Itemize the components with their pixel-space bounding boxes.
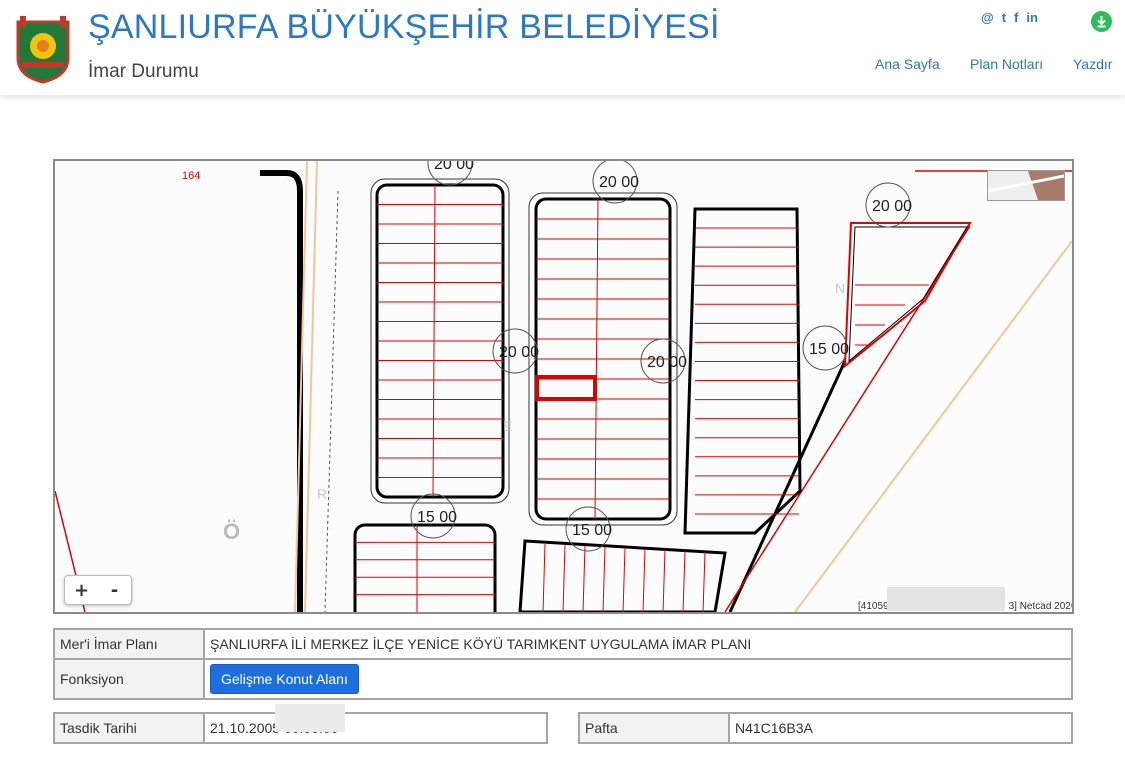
street-letter: R xyxy=(317,486,327,502)
top-nav: Ana Sayfa Plan Notları Yazdır xyxy=(0,56,1125,76)
parcel-line xyxy=(542,543,546,612)
road-width-label: 15 00 xyxy=(572,522,612,539)
nav-print[interactable]: Yazdır xyxy=(1073,56,1112,72)
sheet-label: Pafta xyxy=(578,712,730,744)
parcel-block-4 xyxy=(843,222,972,369)
approval-value: 21.10.2005 00:00:00 xyxy=(203,712,548,744)
zoning-info-table: Mer'i İmar Planı ŞANLIURFA İLİ MERKEZ İL… xyxy=(53,628,1073,700)
function-button[interactable]: Gelişme Konut Alanı xyxy=(210,664,359,694)
zoning-map[interactable]: 20 00 20 00 20 00 20 00 20 00 15 00 15 00 15 00… xyxy=(53,159,1074,614)
road-width-label: 15 00 xyxy=(417,509,457,526)
nav-home[interactable]: Ana Sayfa xyxy=(875,56,940,72)
zoom-control: + - xyxy=(64,575,132,605)
parcel-block-5 xyxy=(353,523,497,612)
parcel-line xyxy=(702,551,706,612)
parcel-line xyxy=(622,547,626,612)
table-row: Mer'i İmar Planı ŞANLIURFA İLİ MERKEZ İL… xyxy=(53,628,1073,660)
email-icon[interactable]: @ xyxy=(981,10,994,25)
social-links: @ t f in xyxy=(981,10,1038,25)
parcel-line xyxy=(662,549,666,612)
parcel-line xyxy=(682,550,686,612)
road-width-label: 20 00 xyxy=(599,174,639,191)
sheet-value: N41C16B3A xyxy=(728,712,1073,744)
facebook-icon[interactable]: f xyxy=(1014,10,1018,25)
street-letter: Ö xyxy=(223,519,240,544)
parcel-block-6 xyxy=(518,539,727,612)
twitter-icon[interactable]: t xyxy=(1002,10,1006,25)
zoom-in-button[interactable]: + xyxy=(65,576,98,604)
download-icon[interactable] xyxy=(1091,11,1112,32)
road-width-label: 20 00 xyxy=(434,161,474,173)
linkedin-icon[interactable]: in xyxy=(1026,10,1038,25)
page-header: ŞANLIURFA BÜYÜKŞEHİR BELEDİYESİ İmar Dur… xyxy=(0,0,1125,95)
sheet-table: Pafta N41C16B3A xyxy=(578,712,1073,744)
street-letter: N xyxy=(835,280,845,296)
parcel-line xyxy=(642,548,646,612)
map-canvas[interactable]: 20 00 20 00 20 00 20 00 20 00 15 00 15 00 15 00… xyxy=(55,161,1072,612)
approval-label: Tasdik Tarihi xyxy=(53,712,205,744)
plan-value: ŞANLIURFA İLİ MERKEZ İLÇE YENİCE KÖYÜ TA… xyxy=(203,628,1073,660)
parcel-block-1 xyxy=(370,178,510,504)
redaction-mask xyxy=(887,587,1005,611)
street-letter: E xyxy=(503,418,512,434)
function-label: Fonksiyon xyxy=(53,658,205,700)
table-row: Pafta N41C16B3A xyxy=(578,712,1073,744)
redaction-mask xyxy=(275,704,345,732)
nav-plan-notes[interactable]: Plan Notları xyxy=(970,56,1043,72)
road-width-label: 15 00 xyxy=(809,341,849,358)
road-width-label: 20 00 xyxy=(499,344,539,361)
parcel-line xyxy=(582,545,586,612)
road-width-label: 20 00 xyxy=(872,198,912,215)
parcel-line xyxy=(562,544,566,612)
zoom-out-button[interactable]: - xyxy=(98,576,131,604)
basemap-switcher[interactable] xyxy=(987,170,1065,201)
parcel-block-3 xyxy=(683,207,802,535)
table-row: Fonksiyon Gelişme Konut Alanı xyxy=(53,658,1073,700)
plan-label: Mer'i İmar Planı xyxy=(53,628,205,660)
boundary-line xyxy=(260,170,303,612)
parcel-number-164: 164 xyxy=(182,170,200,182)
road-width-label: 20 00 xyxy=(647,354,687,371)
parcel-line xyxy=(602,546,606,612)
site-title: ŞANLIURFA BÜYÜKŞEHİR BELEDİYESİ xyxy=(88,8,720,46)
